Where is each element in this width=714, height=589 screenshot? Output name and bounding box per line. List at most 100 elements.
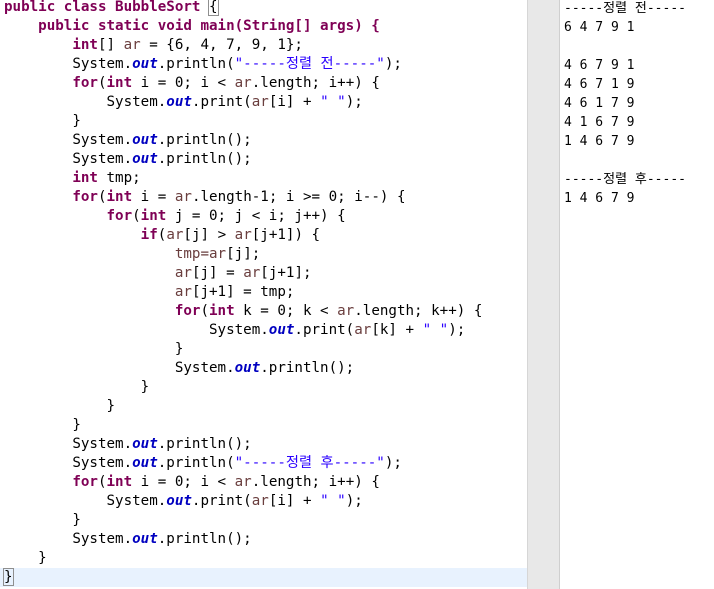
- keyword: int: [209, 303, 235, 319]
- code-line[interactable]: int tmp;: [4, 169, 140, 188]
- code-line[interactable]: }: [4, 549, 47, 568]
- code-line[interactable]: int[] ar = {6, 4, 7, 9, 1};: [4, 36, 303, 55]
- variable: ar: [251, 493, 269, 509]
- code-text: k = 0; k <: [234, 303, 338, 319]
- static-field: out: [132, 531, 158, 547]
- variable: tmp=: [174, 246, 210, 262]
- code-line[interactable]: for(int k = 0; k < ar.length; k++) {: [4, 302, 483, 321]
- code-text: .println();: [157, 132, 252, 148]
- code-text: System.: [72, 455, 133, 471]
- code-line[interactable]: System.out.println();: [4, 131, 252, 150]
- code-line[interactable]: for(int j = 0; j < i; j++) {: [4, 207, 346, 226]
- keyword: for: [72, 474, 98, 490]
- string-literal: " ": [320, 493, 346, 509]
- keyword: for: [72, 189, 98, 205]
- matched-bracket: {: [208, 0, 219, 16]
- code-line[interactable]: }: [4, 511, 81, 530]
- variable: ar: [354, 322, 372, 338]
- code-text: .print(: [294, 322, 355, 338]
- code-editor[interactable]: public class BubbleSort { public static …: [0, 0, 527, 589]
- code-text: (: [200, 303, 210, 319]
- code-line[interactable]: System.out.println();: [4, 150, 252, 169]
- code-text: [j+1] = tmp;: [191, 284, 295, 300]
- code-text: }: [72, 113, 81, 129]
- code-text: [j];: [226, 246, 261, 262]
- code-line[interactable]: tmp=ar[j];: [4, 245, 260, 264]
- code-line[interactable]: System.out.println("-----정렬 전-----");: [4, 55, 402, 74]
- console-line: 1 4 6 7 9: [564, 134, 635, 149]
- code-text: .println();: [157, 151, 252, 167]
- code-line[interactable]: System.out.print(ar[k] + " ");: [4, 321, 465, 340]
- static-field: out: [132, 151, 158, 167]
- code-text: (: [97, 75, 107, 91]
- code-line[interactable]: }: [4, 397, 116, 416]
- code-line[interactable]: System.out.println();: [4, 530, 251, 549]
- code-line[interactable]: }: [4, 416, 81, 435]
- keyword: for: [174, 303, 201, 319]
- variable: ar: [234, 227, 252, 243]
- code-line[interactable]: System.out.println();: [4, 359, 354, 378]
- console-line: 6 4 7 9 1: [564, 20, 635, 35]
- code-text: }: [174, 341, 184, 357]
- code-line[interactable]: System.out.println("-----정렬 후-----");: [4, 454, 402, 473]
- code-text: .length; k++) {: [354, 303, 483, 319]
- code-text: j = 0; j < i; j++) {: [166, 208, 346, 224]
- keyword: for: [106, 208, 133, 224]
- console-line: 4 6 1 7 9: [564, 96, 635, 111]
- current-code-line[interactable]: }: [0, 568, 527, 587]
- code-line[interactable]: ar[j] = ar[j+1];: [4, 264, 312, 283]
- matched-bracket: }: [3, 568, 14, 586]
- code-line[interactable]: }: [4, 112, 81, 131]
- code-text: System.: [72, 531, 133, 547]
- code-text: [i] +: [268, 94, 321, 110]
- code-line[interactable]: }: [4, 340, 184, 359]
- string-literal: "-----정렬 전-----": [234, 56, 385, 72]
- keyword: int: [72, 170, 98, 186]
- code-line[interactable]: public static void main(String[] args) {: [4, 17, 380, 36]
- keyword: int: [72, 37, 98, 53]
- code-line[interactable]: for(int i = 0; i < ar.length; i++) {: [4, 473, 380, 492]
- variable: ar: [174, 284, 192, 300]
- code-line[interactable]: System.out.print(ar[i] + " ");: [4, 93, 363, 112]
- code-line[interactable]: for(int i = 0; i < ar.length; i++) {: [4, 74, 380, 93]
- code-line[interactable]: if(ar[j] > ar[j+1]) {: [4, 226, 320, 245]
- static-field: out: [132, 436, 158, 452]
- code-text: );: [345, 493, 363, 509]
- code-text: [j+1]) {: [251, 227, 321, 243]
- code-text: System.: [72, 132, 133, 148]
- code-line[interactable]: }: [4, 378, 150, 397]
- code-text: (: [132, 208, 141, 224]
- class-declaration: public class BubbleSort: [4, 0, 209, 15]
- text-caret: [12, 569, 14, 585]
- code-line[interactable]: public class BubbleSort {: [4, 0, 219, 17]
- keyword: int: [106, 75, 133, 91]
- keyword: if: [140, 227, 158, 243]
- editor-scrollbar[interactable]: [527, 0, 560, 589]
- static-field: out: [132, 455, 158, 471]
- variable: ar: [337, 303, 355, 319]
- code-text: .length-1; i >= 0; i--) {: [191, 189, 406, 205]
- code-line[interactable]: ar[j+1] = tmp;: [4, 283, 295, 302]
- code-text: }: [72, 512, 81, 528]
- code-line[interactable]: for(int i = ar.length-1; i >= 0; i--) {: [4, 188, 406, 207]
- code-text: [j+1];: [260, 265, 312, 281]
- code-line[interactable]: System.out.println();: [4, 435, 251, 454]
- code-text: = {6, 4, 7, 9, 1};: [140, 37, 303, 53]
- code-text: .print(: [191, 493, 252, 509]
- code-text: );: [448, 322, 466, 338]
- string-literal: "-----정렬 후-----": [234, 455, 385, 471]
- variable: ar: [234, 75, 252, 91]
- code-text: }: [72, 417, 81, 433]
- console-output[interactable]: -----정렬 전----- 6 4 7 9 1 4 6 7 9 1 4 6 7…: [560, 0, 714, 589]
- code-text: System.: [72, 56, 133, 72]
- code-line[interactable]: System.out.print(ar[i] + " ");: [4, 492, 363, 511]
- variable: ar: [166, 227, 184, 243]
- code-text: .length; i++) {: [251, 75, 380, 91]
- code-text: [j] =: [191, 265, 244, 281]
- static-field: out: [166, 94, 192, 110]
- code-text: i = 0; i <: [132, 75, 235, 91]
- static-field: out: [234, 360, 261, 376]
- code-text: i = 0; i <: [132, 474, 235, 490]
- variable: ar: [174, 265, 192, 281]
- variable: ar: [234, 474, 252, 490]
